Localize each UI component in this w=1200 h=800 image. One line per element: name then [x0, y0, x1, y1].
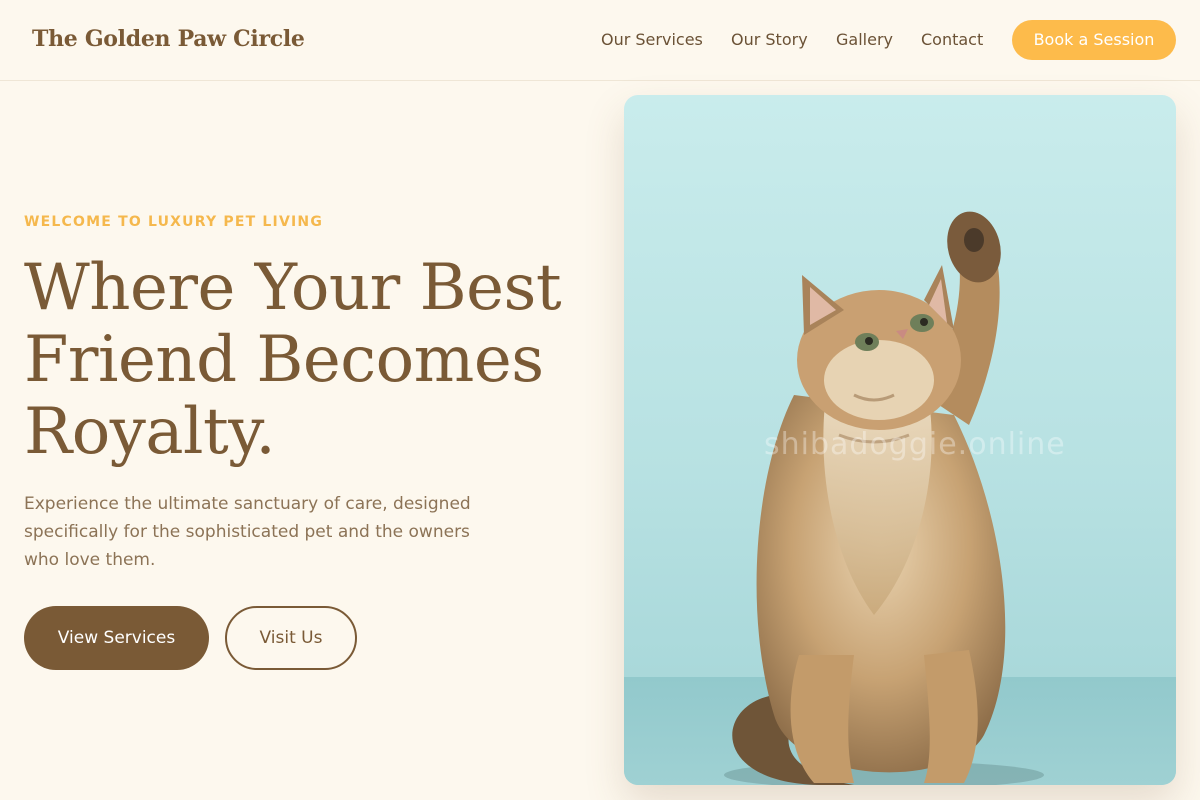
hero-kitten-photo: shibadoggie.online: [624, 95, 1176, 785]
site-header: The Golden Paw Circle Our Services Our S…: [0, 0, 1200, 81]
photo-watermark: shibadoggie.online: [764, 427, 1066, 462]
visit-us-button[interactable]: Visit Us: [225, 606, 357, 670]
view-services-button[interactable]: View Services: [24, 606, 209, 670]
hero-eyebrow: WELCOME TO LUXURY PET LIVING: [24, 214, 324, 230]
hero-headline: Where Your Best Friend Becomes Royalty.: [24, 252, 584, 468]
book-session-button[interactable]: Book a Session: [1012, 20, 1176, 60]
nav-our-story[interactable]: Our Story: [731, 30, 808, 49]
nav-our-services[interactable]: Our Services: [601, 30, 703, 49]
nav-gallery[interactable]: Gallery: [836, 30, 893, 49]
hero-description: Experience the ultimate sanctuary of car…: [24, 494, 471, 570]
nav-contact[interactable]: Contact: [921, 30, 983, 49]
headline-line-2: Friend Becomes: [24, 323, 544, 397]
headline-line-3: Royalty.: [24, 395, 276, 469]
headline-line-1: Where Your Best: [24, 251, 562, 325]
